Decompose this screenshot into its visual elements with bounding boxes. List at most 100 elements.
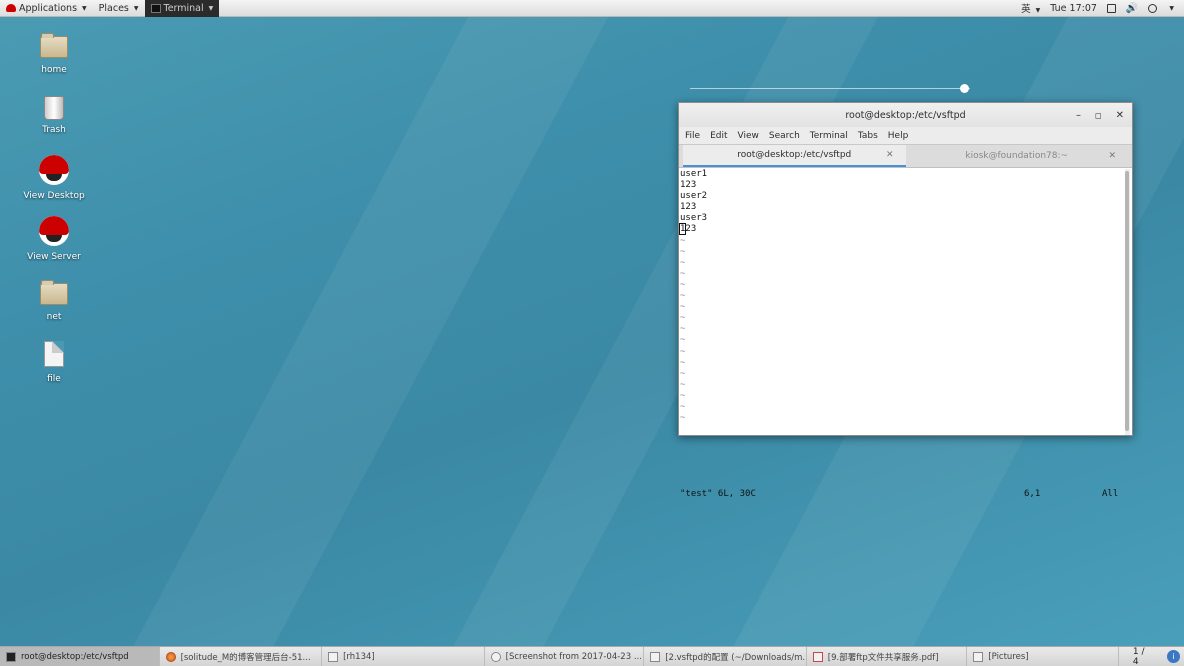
- tab-label: root@desktop:/etc/vsftpd: [737, 150, 852, 160]
- empty-line-marker: ~: [680, 268, 686, 279]
- desktop-icon-label: Trash: [42, 125, 66, 135]
- empty-line-marker: ~: [680, 335, 686, 346]
- maximize-icon[interactable]: ◻: [1095, 111, 1102, 120]
- volume-icon[interactable]: 🔊: [1126, 3, 1138, 14]
- taskbar-item-label: [solitude_M的博客管理后台-51...: [180, 652, 311, 663]
- menu-file[interactable]: File: [685, 131, 700, 141]
- empty-line-marker: ~: [680, 357, 686, 368]
- desktop-icon-label: net: [46, 312, 62, 322]
- terminal-app-menu[interactable]: Terminal ▼: [144, 0, 220, 17]
- input-method-label: 英: [1021, 4, 1031, 15]
- desktop-icon-view-server[interactable]: View Server: [14, 216, 94, 262]
- taskbar-item-label: [2.vsftpd的配置 (~/Downloads/m...: [665, 652, 807, 663]
- empty-line-marker: ~: [680, 346, 686, 357]
- taskbar-item-editor[interactable]: [2.vsftpd的配置 (~/Downloads/m...: [644, 646, 807, 666]
- terminal-icon: [6, 651, 16, 662]
- trash-icon: [44, 96, 64, 120]
- close-tab-icon[interactable]: ✕: [1108, 151, 1116, 161]
- places-menu[interactable]: Places ▼: [93, 0, 145, 17]
- taskbar-item-firefox[interactable]: [solitude_M的博客管理后台-51...: [160, 646, 323, 666]
- tab-label: kiosk@foundation78:~: [965, 151, 1069, 161]
- bottom-taskbar: root@desktop:/etc/vsftpd [solitude_M的博客管…: [0, 646, 1184, 666]
- text-line: user1: [680, 169, 708, 179]
- empty-line-marker: ~: [680, 302, 686, 313]
- taskbar-item-label: root@desktop:/etc/vsftpd: [21, 651, 129, 662]
- close-tab-icon[interactable]: ✕: [886, 150, 894, 160]
- desktop-icon-trash[interactable]: Trash: [14, 94, 94, 135]
- taskbar-item-pictures[interactable]: [Pictures]: [967, 646, 1119, 666]
- taskbar-item-rh134[interactable]: [rh134]: [322, 646, 485, 666]
- chevron-down-icon[interactable]: ▼: [1169, 5, 1174, 12]
- desktop-icon-net[interactable]: net: [14, 279, 94, 322]
- taskbar-item-label: [Pictures]: [988, 651, 1029, 662]
- taskbar-item-screenshot[interactable]: [Screenshot from 2017-04-23 ...: [485, 646, 645, 666]
- empty-line-marker: ~: [680, 379, 686, 390]
- terminal-scrollbar[interactable]: [1125, 169, 1130, 435]
- empty-line-marker: ~: [680, 279, 686, 290]
- desktop-icon-label: View Server: [27, 252, 81, 262]
- desktop-icon-label: View Desktop: [23, 191, 85, 201]
- menu-edit[interactable]: Edit: [710, 131, 727, 141]
- redhat-icon: [39, 216, 69, 246]
- empty-line-marker: ~: [680, 291, 686, 302]
- desktop-icon-view-desktop[interactable]: View Desktop: [14, 155, 94, 201]
- taskbar-item-terminal[interactable]: root@desktop:/etc/vsftpd: [0, 646, 160, 666]
- status-cursor-position: 6,1: [1024, 489, 1041, 499]
- terminal-app-label: Terminal: [163, 2, 204, 14]
- workspace-indicator[interactable]: 1 / 4: [1119, 647, 1167, 666]
- desktop-icon-home[interactable]: home: [14, 32, 94, 75]
- taskbar-item-pdf[interactable]: [9.部署ftp文件共享服务.pdf]: [807, 646, 968, 666]
- tab-kiosk-foundation[interactable]: kiosk@foundation78:~ ✕: [906, 145, 1129, 167]
- close-icon[interactable]: ✕: [1116, 110, 1124, 121]
- window-titlebar[interactable]: root@desktop:/etc/vsftpd – ◻ ✕: [679, 103, 1132, 127]
- top-panel: Applications ▼ Places ▼ Terminal ▼ 英 ▼ T…: [0, 0, 1184, 17]
- image-viewer-icon: [490, 651, 501, 662]
- input-method-indicator[interactable]: 英 ▼: [1021, 1, 1040, 15]
- empty-line-marker: ~: [680, 235, 686, 246]
- empty-line-marker: ~: [680, 401, 686, 412]
- empty-line-marker: ~: [680, 368, 686, 379]
- empty-line-marker: ~: [680, 413, 686, 424]
- scrollbar-thumb[interactable]: [1125, 171, 1129, 431]
- tab-root-desktop[interactable]: root@desktop:/etc/vsftpd ✕: [683, 145, 906, 167]
- menu-terminal[interactable]: Terminal: [810, 131, 848, 141]
- chevron-down-icon: ▼: [133, 4, 139, 12]
- status-file-info: "test" 6L, 30C: [680, 489, 756, 499]
- status-area: 英 ▼ Tue 17:07 🔊 ▼: [1021, 1, 1184, 16]
- chevron-down-icon: ▼: [82, 4, 87, 12]
- menu-help[interactable]: Help: [888, 131, 909, 141]
- applications-menu[interactable]: Applications ▼: [0, 0, 93, 17]
- terminal-window[interactable]: root@desktop:/etc/vsftpd – ◻ ✕ File Edit…: [678, 102, 1133, 499]
- desktop-icon-file[interactable]: file: [14, 340, 94, 384]
- chevron-down-icon: ▼: [208, 4, 214, 12]
- window-icon: [328, 651, 339, 662]
- empty-line-marker: ~: [680, 390, 686, 401]
- places-label: Places: [98, 2, 129, 14]
- folder-icon: [973, 651, 984, 662]
- window-title: root@desktop:/etc/vsftpd: [845, 109, 966, 121]
- menu-search[interactable]: Search: [769, 131, 800, 141]
- taskbar-item-label: [9.部署ftp文件共享服务.pdf]: [827, 652, 939, 663]
- cursor-line: 123: [678, 223, 1126, 236]
- pdf-icon: [812, 651, 823, 662]
- power-icon[interactable]: [1148, 3, 1158, 13]
- status-scroll-percent: All: [1102, 489, 1119, 499]
- menu-view[interactable]: View: [738, 131, 759, 141]
- screen-icon[interactable]: [1106, 3, 1116, 13]
- text-line: user3: [680, 213, 708, 224]
- empty-line-marker: ~: [680, 246, 686, 257]
- minimize-icon[interactable]: –: [1076, 110, 1081, 121]
- wallpaper-dot: [960, 84, 969, 93]
- menu-tabs[interactable]: Tabs: [858, 131, 878, 141]
- desktop-icon-label: file: [47, 374, 61, 384]
- notification-icon[interactable]: i: [1167, 650, 1181, 663]
- redhat-icon: [39, 155, 69, 185]
- desktop-icon-label: home: [41, 65, 67, 75]
- home-folder-icon: [40, 33, 68, 58]
- vim-status-line: "test" 6L, 30C 6,1 All: [680, 489, 1120, 500]
- taskbar-item-label: [Screenshot from 2017-04-23 ...: [505, 651, 642, 662]
- terminal-content[interactable]: user1 123 user2 123 user3 123 ~ ~ ~ ~ ~ …: [678, 169, 1126, 499]
- clock[interactable]: Tue 17:07: [1050, 3, 1097, 14]
- text-line-rest: 23: [685, 224, 697, 235]
- firefox-icon: [165, 651, 176, 662]
